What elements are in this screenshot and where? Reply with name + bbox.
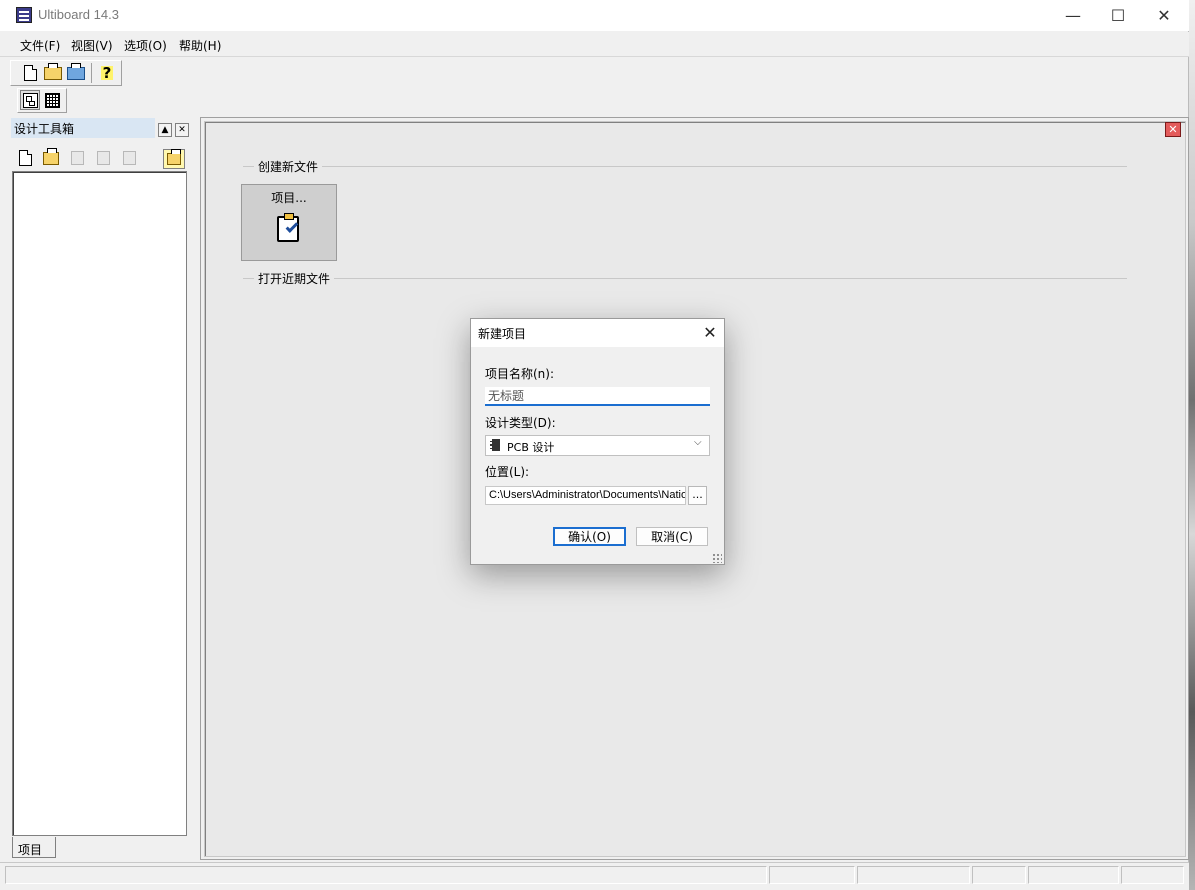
project-name-label: 项目名称(n):	[485, 367, 555, 381]
browse-location-button[interactable]: ...	[688, 486, 707, 505]
window-title: Ultiboard 14.3	[38, 7, 119, 22]
design-type-label: 设计类型(D):	[485, 416, 556, 430]
recent-projects-icon	[167, 149, 181, 165]
help-button[interactable]: ?	[96, 62, 118, 84]
menu-file[interactable]: 文件(F)	[20, 37, 60, 54]
minimize-button[interactable]: —	[1050, 0, 1096, 31]
dialog-title: 新建项目	[478, 327, 527, 341]
panel-recent-button[interactable]	[163, 149, 185, 169]
menu-options[interactable]: 选项(O)	[124, 37, 167, 54]
new-project-tile-label: 项目...	[271, 191, 307, 205]
tab-project-label: 项目	[18, 843, 43, 857]
panel-new-button[interactable]	[17, 150, 33, 166]
cancel-button[interactable]: 取消(C)	[636, 527, 708, 546]
ok-button[interactable]: 确认(O)	[553, 527, 626, 546]
panel-undock-button[interactable]: ▲	[158, 123, 172, 137]
panel-delete-button[interactable]	[121, 150, 137, 166]
new-file-icon	[18, 150, 32, 166]
menu-view[interactable]: 视图(V)	[71, 37, 113, 54]
menu-help[interactable]: 帮助(H)	[179, 37, 221, 54]
spreadsheet-view-icon	[44, 92, 60, 108]
open-project-icon	[67, 62, 85, 80]
toolbar-separator	[91, 63, 92, 83]
status-cell	[769, 866, 855, 884]
location-label: 位置(L):	[485, 465, 530, 479]
section-divider	[243, 278, 1127, 279]
close-start-page-button[interactable]: ✕	[1165, 122, 1181, 137]
save-icon	[70, 151, 84, 165]
close-window-button[interactable]: ✕	[1141, 0, 1187, 31]
open-folder-icon	[44, 62, 62, 80]
maximize-button[interactable]: ☐	[1095, 0, 1141, 31]
status-cell	[857, 866, 970, 884]
new-file-icon	[23, 65, 37, 81]
close-icon: ✕	[178, 125, 186, 135]
chevron-down-icon: ⌵	[694, 437, 702, 448]
section-divider	[243, 166, 1127, 167]
location-input[interactable]: C:\Users\Administrator\Documents\Natio	[485, 486, 686, 505]
open-folder-icon	[43, 147, 59, 165]
panel-save-button[interactable]	[69, 150, 85, 166]
spreadsheet-view-button[interactable]	[42, 90, 62, 110]
close-icon: ✕	[1168, 123, 1178, 136]
properties-icon	[96, 151, 110, 165]
resize-grip-icon[interactable]	[712, 553, 722, 563]
design-view-icon	[22, 92, 38, 108]
pcb-chip-icon	[490, 439, 500, 451]
panel-title: 设计工具箱	[14, 122, 75, 136]
help-icon: ?	[100, 64, 114, 82]
section-open-recent: 打开近期文件	[254, 270, 335, 287]
project-tree[interactable]	[12, 171, 187, 836]
design-type-value: PCB 设计	[507, 441, 555, 454]
open-file-button[interactable]	[42, 62, 64, 84]
ultiboard-app-icon	[16, 7, 32, 23]
project-name-input[interactable]	[485, 387, 710, 406]
status-cell	[1121, 866, 1184, 884]
delete-icon	[122, 151, 136, 165]
status-cell-message	[5, 866, 767, 884]
design-view-button[interactable]	[20, 90, 40, 110]
panel-close-button[interactable]: ✕	[175, 123, 189, 137]
status-cell	[1028, 866, 1119, 884]
new-file-button[interactable]	[19, 62, 41, 84]
open-project-button[interactable]	[65, 62, 87, 84]
section-create-new: 创建新文件	[254, 158, 323, 175]
status-cell	[972, 866, 1026, 884]
dialog-close-button[interactable]: ✕	[700, 322, 720, 342]
panel-open-button[interactable]	[43, 147, 59, 166]
triangle-up-icon: ▲	[161, 125, 169, 135]
desktop-background	[1189, 0, 1195, 890]
panel-properties-button[interactable]	[95, 150, 111, 166]
title-bar	[0, 0, 1189, 31]
close-icon: ✕	[703, 322, 717, 342]
